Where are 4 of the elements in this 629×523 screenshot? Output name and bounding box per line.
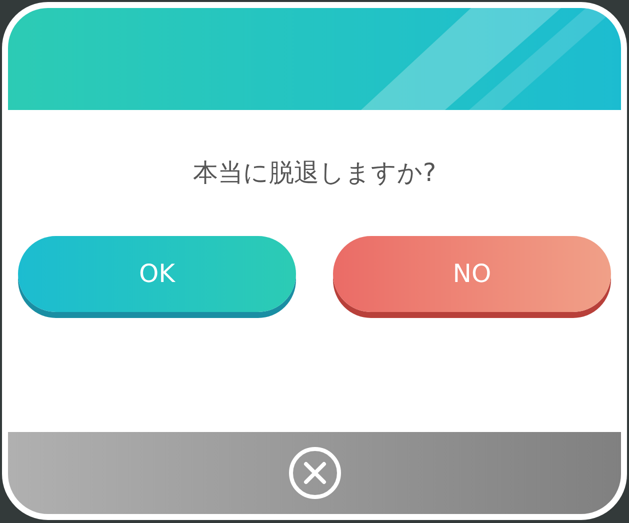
close-icon[interactable] xyxy=(288,446,342,500)
confirm-message: 本当に脱退しますか? xyxy=(192,157,436,190)
ok-button[interactable]: OK xyxy=(18,236,296,312)
no-button[interactable]: NO xyxy=(333,236,611,312)
